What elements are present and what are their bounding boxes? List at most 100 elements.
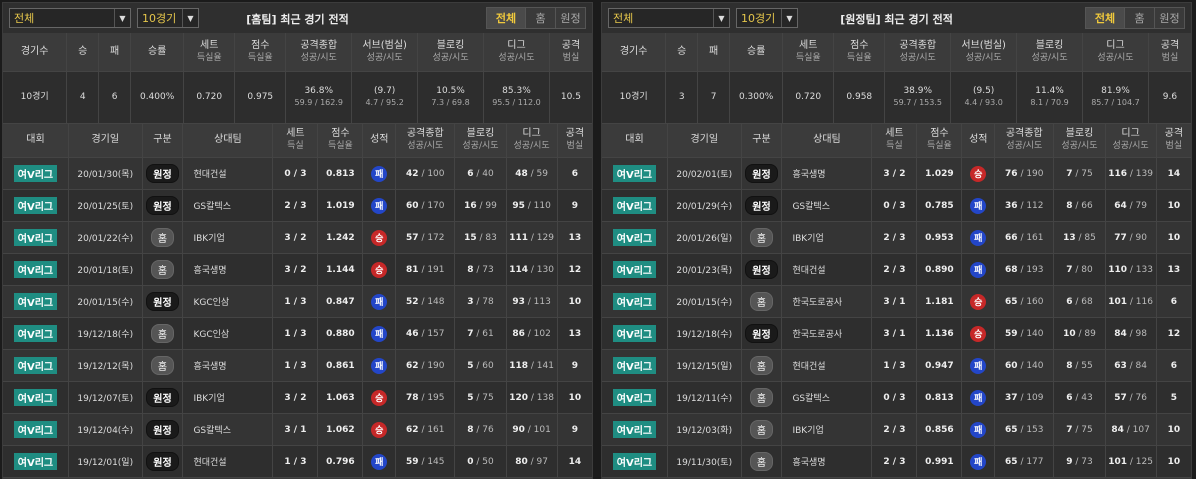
league-select[interactable]: 전체 ▼	[9, 8, 131, 28]
attack-stat: 57 / 172	[395, 221, 456, 254]
summary-serve: (9.7) 4.7 / 95.2	[351, 71, 419, 124]
header-6: 성적	[961, 123, 996, 158]
opponent-team[interactable]: 현대건설	[781, 253, 873, 286]
table-row[interactable]: 여V리그 19/12/12(목) 홈 흥국생명 1 / 3 0.861 패 62 / 190 5…	[3, 349, 592, 382]
dig-stat: 64 / 79	[1105, 189, 1157, 222]
table-row[interactable]: 여V리그 20/01/23(목) 원정 현대건설 2 / 3 0.890 패 68 / 193…	[602, 253, 1191, 286]
opponent-team[interactable]: IBK기업	[182, 381, 274, 414]
table-row[interactable]: 여V리그 19/12/07(토) 원정 IBK기업 3 / 2 1.063 승 78 / 19…	[3, 381, 592, 414]
table-row[interactable]: 여V리그 20/01/22(수) 홈 IBK기업 3 / 2 1.242 승 57 / 172…	[3, 221, 592, 254]
table-row[interactable]: 여V리그 20/01/26(일) 홈 IBK기업 2 / 3 0.953 패 66 / 161…	[602, 221, 1191, 254]
home-away-badge: 원정	[745, 164, 778, 183]
league-badge[interactable]: 여V리그	[13, 293, 58, 310]
opponent-team[interactable]: 흥국생명	[781, 445, 873, 478]
table-row[interactable]: 여V리그 19/11/30(토) 홈 흥국생명 2 / 3 0.991 패 65 / 177 9…	[602, 445, 1191, 478]
game-date: 20/02/01(토)	[667, 157, 742, 190]
opponent-team[interactable]: GS칼텍스	[182, 189, 274, 222]
opponent-team[interactable]: 현대건설	[182, 445, 274, 478]
tab-away[interactable]: 원정	[555, 8, 585, 28]
attack-error: 10	[1156, 413, 1191, 446]
league-badge[interactable]: 여V리그	[612, 389, 657, 406]
opponent-team[interactable]: 현대건설	[182, 157, 274, 190]
table-row[interactable]: 여V리그 19/12/04(수) 원정 GS칼텍스 3 / 1 1.062 승 62 / 16…	[3, 413, 592, 446]
attack-error: 10	[1156, 445, 1191, 478]
league-badge[interactable]: 여V리그	[612, 261, 657, 278]
games-select[interactable]: 10경기 ▼	[137, 8, 199, 28]
table-row[interactable]: 여V리그 19/12/18(수) 원정 한국도로공사 3 / 1 1.136 승 59 / 1…	[602, 317, 1191, 350]
league-badge[interactable]: 여V리그	[13, 197, 58, 214]
league-badge[interactable]: 여V리그	[13, 261, 58, 278]
dig-stat: 93 / 113	[506, 285, 558, 318]
attack-error: 10	[557, 285, 592, 318]
opponent-team[interactable]: IBK기업	[781, 413, 873, 446]
league-badge[interactable]: 여V리그	[13, 357, 58, 374]
opponent-team[interactable]: 현대건설	[781, 349, 873, 382]
opponent-team[interactable]: 흥국생명	[781, 157, 873, 190]
opponent-team[interactable]: IBK기업	[182, 221, 274, 254]
header-3: 상대팀	[781, 123, 873, 158]
block-stat: 10 / 89	[1053, 317, 1106, 350]
table-row[interactable]: 여V리그 20/01/15(수) 홈 한국도로공사 3 / 1 1.181 승 65 / 16…	[602, 285, 1191, 318]
summary-block: 10.5% 7.3 / 69.8	[417, 71, 484, 124]
opponent-team[interactable]: KGC인삼	[182, 317, 274, 350]
opponent-team[interactable]: GS칼텍스	[182, 413, 274, 446]
attack-stat: 60 / 140	[994, 349, 1055, 382]
league-badge[interactable]: 여V리그	[13, 389, 58, 406]
home-away-badge: 홈	[749, 420, 774, 439]
point-rate: 0.947	[916, 349, 963, 382]
games-select-value: 10경기	[741, 12, 776, 25]
opponent-team[interactable]: 한국도로공사	[781, 285, 873, 318]
opponent-team[interactable]: 한국도로공사	[781, 317, 873, 350]
league-badge[interactable]: 여V리그	[13, 229, 58, 246]
league-badge[interactable]: 여V리그	[612, 293, 657, 310]
league-badge[interactable]: 여V리그	[13, 421, 58, 438]
table-row[interactable]: 여V리그 19/12/15(일) 홈 현대건설 1 / 3 0.947 패 60 / 140 8…	[602, 349, 1191, 382]
block-stat: 7 / 75	[1053, 413, 1106, 446]
table-row[interactable]: 여V리그 20/01/29(수) 원정 GS칼텍스 0 / 3 0.785 패 36 / 11…	[602, 189, 1191, 222]
league-badge[interactable]: 여V리그	[612, 357, 657, 374]
league-badge[interactable]: 여V리그	[612, 421, 657, 438]
tab-away[interactable]: 원정	[1154, 8, 1184, 28]
result-badge: 승	[371, 229, 388, 246]
league-badge[interactable]: 여V리그	[612, 453, 657, 470]
games-header-row: 대회 경기일 구분 상대팀 세트 득실 점수 득실율 성적 공격종합 성공/시도 블로킹 성공/시도 디그…	[602, 123, 1191, 158]
league-badge[interactable]: 여V리그	[13, 453, 58, 470]
opponent-team[interactable]: GS칼텍스	[781, 381, 873, 414]
summary-set: 0.720	[183, 71, 236, 124]
header-10: 공격 범실	[1148, 33, 1191, 72]
opponent-team[interactable]: 흥국생명	[182, 253, 274, 286]
block-stat: 6 / 43	[1053, 381, 1106, 414]
attack-error: 10	[1156, 189, 1191, 222]
tab-home[interactable]: 홈	[1124, 8, 1154, 28]
game-date: 20/01/22(수)	[68, 221, 143, 254]
opponent-team[interactable]: GS칼텍스	[781, 189, 873, 222]
attack-stat: 68 / 193	[994, 253, 1055, 286]
block-stat: 3 / 78	[454, 285, 507, 318]
league-badge[interactable]: 여V리그	[13, 325, 58, 342]
league-badge[interactable]: 여V리그	[612, 229, 657, 246]
league-select[interactable]: 전체 ▼	[608, 8, 730, 28]
tab-all[interactable]: 전체	[487, 8, 525, 28]
table-row[interactable]: 여V리그 19/12/03(화) 홈 IBK기업 2 / 3 0.856 패 65 / 153…	[602, 413, 1191, 446]
table-row[interactable]: 여V리그 20/01/15(수) 원정 KGC인삼 1 / 3 0.847 패 52 / 14…	[3, 285, 592, 318]
tab-all[interactable]: 전체	[1086, 8, 1124, 28]
table-row[interactable]: 여V리그 19/12/01(일) 원정 현대건설 1 / 3 0.796 패 59 / 145…	[3, 445, 592, 478]
league-badge[interactable]: 여V리그	[612, 197, 657, 214]
dig-stat: 95 / 110	[506, 189, 558, 222]
tab-home[interactable]: 홈	[525, 8, 555, 28]
games-select[interactable]: 10경기 ▼	[736, 8, 798, 28]
result-badge: 패	[970, 389, 987, 406]
table-row[interactable]: 여V리그 19/12/11(수) 홈 GS칼텍스 0 / 3 0.813 패 37 / 109…	[602, 381, 1191, 414]
table-row[interactable]: 여V리그 19/12/18(수) 홈 KGC인삼 1 / 3 0.880 패 46 / 157…	[3, 317, 592, 350]
opponent-team[interactable]: 흥국생명	[182, 349, 274, 382]
league-badge[interactable]: 여V리그	[612, 325, 657, 342]
table-row[interactable]: 여V리그 20/01/30(목) 원정 현대건설 0 / 3 0.813 패 42 / 100…	[3, 157, 592, 190]
league-badge[interactable]: 여V리그	[612, 165, 657, 182]
table-row[interactable]: 여V리그 20/01/18(토) 홈 흥국생명 3 / 2 1.144 승 81 / 191 8…	[3, 253, 592, 286]
league-badge[interactable]: 여V리그	[13, 165, 58, 182]
set-score: 1 / 3	[272, 317, 319, 350]
table-row[interactable]: 여V리그 20/02/01(토) 원정 흥국생명 3 / 2 1.029 승 76 / 190…	[602, 157, 1191, 190]
opponent-team[interactable]: IBK기업	[781, 221, 873, 254]
table-row[interactable]: 여V리그 20/01/25(토) 원정 GS칼텍스 2 / 3 1.019 패 60 / 17…	[3, 189, 592, 222]
opponent-team[interactable]: KGC인삼	[182, 285, 274, 318]
